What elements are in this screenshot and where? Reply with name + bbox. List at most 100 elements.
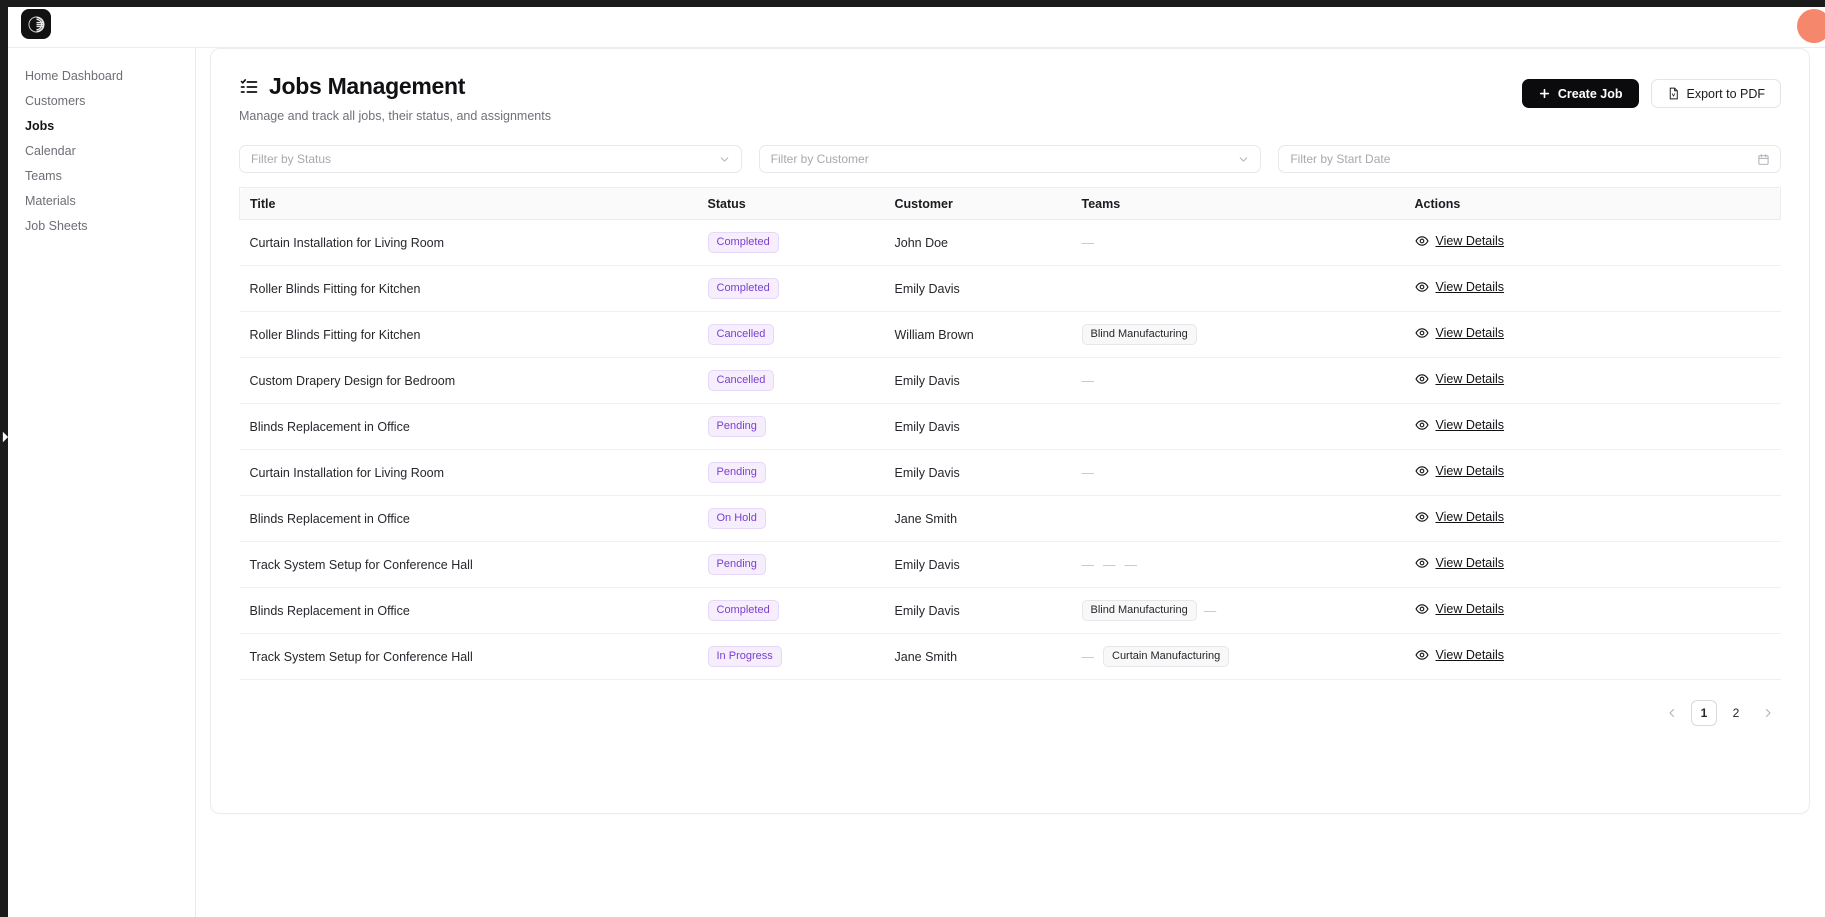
- create-job-label: Create Job: [1557, 86, 1623, 101]
- export-pdf-label: Export to PDF: [1686, 86, 1766, 101]
- view-details-link[interactable]: View Details: [1414, 326, 1505, 340]
- eye-icon: [1414, 420, 1429, 430]
- view-details-label: View Details: [1435, 234, 1505, 248]
- pagination-next-button[interactable]: [1755, 700, 1781, 726]
- view-details-label: View Details: [1435, 602, 1505, 616]
- view-details-label: View Details: [1435, 556, 1505, 570]
- table-row: Track System Setup for Conference Hall In…: [239, 633, 1781, 680]
- create-job-button[interactable]: Create Job: [1521, 79, 1639, 108]
- cell-actions: View Details: [1404, 219, 1781, 266]
- jobs-table-container: Title Status Customer Teams Actions Curt…: [211, 173, 1809, 680]
- jobs-table: Title Status Customer Teams Actions Curt…: [239, 187, 1781, 680]
- filter-customer-placeholder: Filter by Customer: [770, 152, 869, 166]
- cell-customer: Emily Davis: [884, 449, 1072, 496]
- eye-icon: [1414, 282, 1429, 292]
- cell-title: Track System Setup for Conference Hall: [239, 541, 698, 588]
- view-details-link[interactable]: View Details: [1414, 418, 1504, 432]
- cell-customer: John Doe: [884, 219, 1072, 266]
- cell-customer: Emily Davis: [884, 587, 1072, 634]
- cell-customer: Jane Smith: [884, 495, 1072, 542]
- cell-title: Blinds Replacement in Office: [239, 495, 698, 542]
- view-details-link[interactable]: View Details: [1414, 234, 1505, 248]
- sidebar-item-teams[interactable]: Teams: [8, 164, 195, 189]
- column-header-customer: Customer: [884, 187, 1072, 220]
- sidebar-item-home-dashboard[interactable]: Home Dashboard: [8, 64, 195, 89]
- sidebar: Home Dashboard Customers Jobs Calendar T…: [8, 48, 196, 917]
- status-badge: Pending: [707, 416, 766, 437]
- sidebar-item-calendar[interactable]: Calendar: [8, 139, 195, 164]
- eye-icon: [1414, 374, 1429, 384]
- chevron-right-icon: [1765, 708, 1771, 718]
- team-tag: Blind Manufacturing: [1081, 600, 1197, 621]
- status-badge: On Hold: [707, 508, 766, 529]
- pagination-prev-button[interactable]: [1659, 700, 1685, 726]
- status-badge: Completed: [707, 278, 779, 299]
- cell-title: Roller Blinds Fitting for Kitchen: [239, 265, 698, 312]
- view-details-link[interactable]: View Details: [1414, 556, 1505, 570]
- cell-status: Pending: [697, 541, 885, 588]
- pagination-page-1[interactable]: 1: [1691, 700, 1717, 726]
- view-details-link[interactable]: View Details: [1414, 372, 1504, 386]
- status-badge: Pending: [707, 462, 766, 483]
- cell-status: Completed: [697, 219, 885, 266]
- status-badge: Completed: [707, 600, 779, 621]
- column-header-teams: Teams: [1071, 187, 1405, 220]
- filter-start-date-input[interactable]: Filter by Start Date: [1278, 145, 1782, 173]
- table-row: Track System Setup for Conference Hall Pe…: [239, 541, 1781, 588]
- sidebar-item-label: Calendar: [25, 144, 76, 158]
- cell-teams: — — —: [1071, 541, 1405, 588]
- top-bar-dark-strip: [0, 0, 1825, 7]
- cell-teams: Blind Manufacturing: [1071, 311, 1405, 358]
- eye-icon: [1414, 512, 1429, 522]
- cell-actions: View Details: [1404, 311, 1781, 358]
- cell-actions: View Details: [1404, 541, 1781, 588]
- view-details-link[interactable]: View Details: [1414, 510, 1505, 524]
- pagination-page-2[interactable]: 2: [1723, 700, 1749, 726]
- chevron-left-icon: [1669, 708, 1675, 718]
- sidebar-item-label: Jobs: [25, 119, 55, 133]
- filter-customer-select[interactable]: Filter by Customer: [758, 145, 1262, 173]
- view-details-label: View Details: [1435, 326, 1505, 340]
- cell-title: Blinds Replacement in Office: [239, 587, 698, 634]
- table-row: Roller Blinds Fitting for Kitchen Cancell…: [239, 311, 1781, 358]
- user-avatar[interactable]: [1797, 9, 1825, 43]
- cell-status: Pending: [697, 449, 885, 496]
- view-details-label: View Details: [1435, 464, 1505, 478]
- sidebar-item-materials[interactable]: Materials: [8, 189, 195, 214]
- cell-title: Blinds Replacement in Office: [239, 403, 698, 450]
- sidebar-item-customers[interactable]: Customers: [8, 89, 195, 114]
- view-details-link[interactable]: View Details: [1414, 464, 1505, 478]
- column-header-actions: Actions: [1404, 187, 1781, 220]
- page-header: Jobs Management Manage and track all job…: [211, 49, 1809, 123]
- view-details-link[interactable]: View Details: [1414, 280, 1504, 294]
- cell-status: Cancelled: [697, 357, 885, 404]
- sidebar-item-job-sheets[interactable]: Job Sheets: [8, 214, 195, 239]
- cell-customer: William Brown: [884, 311, 1072, 358]
- view-details-label: View Details: [1435, 510, 1505, 524]
- teams-empty-mark: —: [1103, 557, 1116, 572]
- table-row: Custom Drapery Design for Bedroom Cancell…: [239, 357, 1781, 404]
- cell-status: In Progress: [697, 633, 885, 680]
- app-logo[interactable]: [21, 9, 51, 39]
- filter-start-date-placeholder: Filter by Start Date: [1290, 152, 1391, 166]
- sidebar-item-jobs[interactable]: Jobs: [8, 114, 195, 139]
- cell-customer: Emily Davis: [884, 403, 1072, 450]
- main-panel: Jobs Management Manage and track all job…: [210, 48, 1810, 814]
- cell-status: Completed: [697, 587, 885, 634]
- filter-status-select[interactable]: Filter by Status: [239, 145, 742, 173]
- cell-actions: View Details: [1404, 265, 1781, 312]
- eye-icon: [1414, 604, 1429, 614]
- cell-customer: Emily Davis: [884, 541, 1072, 588]
- left-rail: [0, 7, 9, 917]
- chevron-down-icon: [1240, 157, 1248, 162]
- status-badge: Pending: [707, 554, 766, 575]
- cell-actions: View Details: [1404, 403, 1781, 450]
- cell-actions: View Details: [1404, 449, 1781, 496]
- cell-teams: — Curtain Manufacturing: [1071, 633, 1405, 680]
- table-row: Curtain Installation for Living Room Comp…: [239, 219, 1781, 266]
- view-details-link[interactable]: View Details: [1414, 602, 1505, 616]
- export-pdf-button[interactable]: Export to PDF: [1650, 79, 1781, 108]
- cell-teams: Blind Manufacturing —: [1071, 587, 1405, 634]
- view-details-link[interactable]: View Details: [1414, 648, 1504, 662]
- eye-icon: [1414, 466, 1429, 476]
